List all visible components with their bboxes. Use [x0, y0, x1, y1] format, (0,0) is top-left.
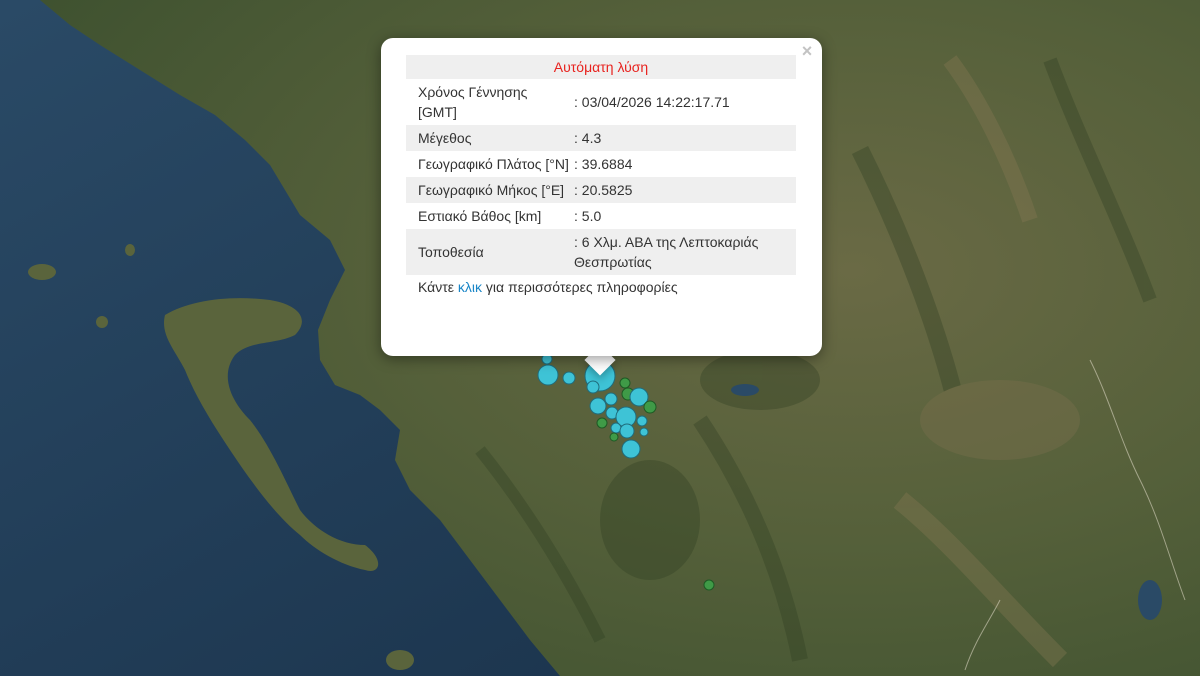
earthquake-marker[interactable]	[596, 417, 608, 429]
magnitude-value: : 4.3	[570, 125, 796, 151]
depth-label: Εστιακό Βάθος [km]	[418, 208, 542, 224]
earthquake-marker[interactable]	[619, 423, 635, 439]
earthquake-marker[interactable]	[636, 415, 648, 427]
location-value: : 6 Χλμ. ΑΒΑ της Λεπτοκαριάς Θεσπρωτίας	[570, 229, 796, 275]
earthquake-marker[interactable]	[562, 371, 576, 385]
lake	[731, 384, 759, 396]
earthquake-details-table: Χρόνος Γέννησης [GMT] : 03/04/2026 14:22…	[406, 79, 796, 275]
origin-time-value: : 03/04/2026 14:22:17.71	[574, 94, 730, 110]
detail-row-longitude: Γεωγραφικό Μήκος [°E] : 20.5825	[406, 177, 796, 203]
earthquake-marker[interactable]	[586, 380, 600, 394]
latitude-value: : 39.6884	[574, 156, 633, 172]
earthquake-marker[interactable]	[621, 439, 641, 459]
location-label: Τοποθεσία	[406, 229, 570, 275]
solution-title: Αυτόματη λύση	[406, 55, 796, 79]
detail-row-magnitude: Μέγεθος : 4.3	[406, 125, 796, 151]
detail-row-latitude: Γεωγραφικό Πλάτος [°N] : 39.6884	[406, 151, 796, 177]
depth-value: : 5.0	[574, 208, 602, 224]
more-info-line: Κάντε κλικ για περισσότερες πληροφορίες	[406, 277, 796, 297]
longitude-label: Γεωγραφικό Μήκος [°E]	[406, 177, 570, 203]
earthquake-marker[interactable]	[610, 422, 622, 434]
detail-row-location: Τοποθεσία : 6 Χλμ. ΑΒΑ της Λεπτοκαριάς Θ…	[406, 229, 796, 275]
magnitude-label: Μέγεθος	[406, 125, 570, 151]
earthquake-popup: × Αυτόματη λύση Χρόνος Γέννησης [GMT] : …	[381, 38, 822, 356]
islet	[96, 316, 108, 328]
islet	[125, 244, 135, 256]
detail-row-depth: Εστιακό Βάθος [km] : 5.0	[406, 203, 796, 229]
detail-row-origin-time: Χρόνος Γέννησης [GMT] : 03/04/2026 14:22…	[406, 79, 796, 125]
earthquake-marker[interactable]	[619, 377, 631, 389]
earthquake-marker[interactable]	[604, 392, 618, 406]
more-info-prefix: Κάντε	[418, 279, 458, 295]
earthquake-marker[interactable]	[609, 432, 619, 442]
earthquake-marker[interactable]	[537, 364, 559, 386]
more-info-suffix: για περισσότερες πληροφορίες	[482, 279, 678, 295]
close-icon[interactable]: ×	[798, 42, 816, 60]
more-info-link[interactable]: κλικ	[458, 279, 482, 295]
earthquake-marker[interactable]	[639, 427, 649, 437]
earthquake-marker[interactable]	[643, 400, 657, 414]
islet	[386, 650, 414, 670]
origin-time-label: Χρόνος Γέννησης [GMT]	[418, 84, 528, 120]
earthquake-marker[interactable]	[703, 579, 715, 591]
popup-content: Αυτόματη λύση Χρόνος Γέννησης [GMT] : 03…	[406, 55, 796, 297]
islet	[28, 264, 56, 280]
longitude-value: : 20.5825	[570, 177, 796, 203]
earthquake-marker[interactable]	[589, 397, 607, 415]
lake	[1138, 580, 1162, 620]
latitude-label: Γεωγραφικό Πλάτος [°N]	[418, 156, 569, 172]
